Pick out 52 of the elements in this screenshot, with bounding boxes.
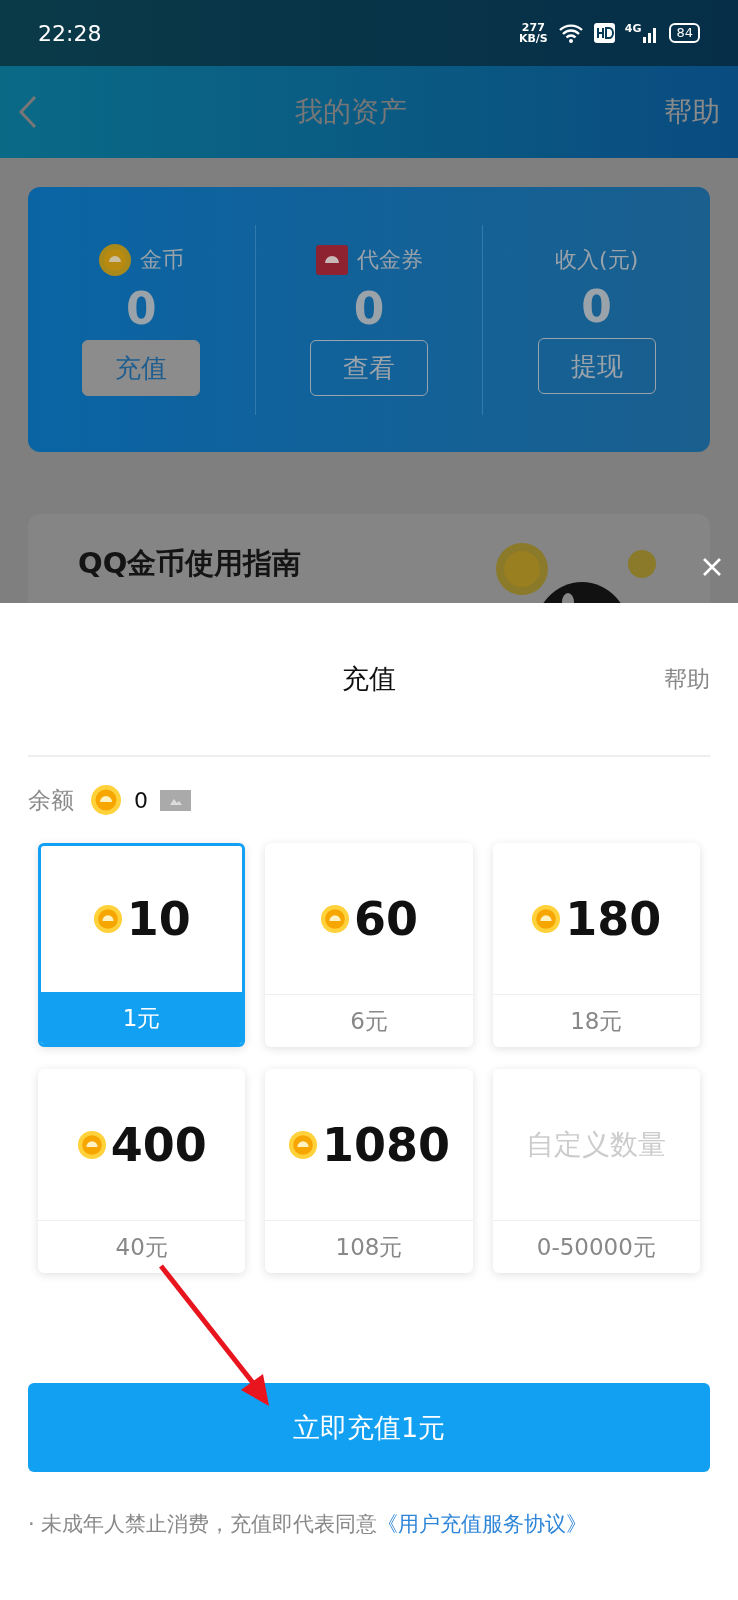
- hd-icon: [593, 23, 615, 43]
- guide-title: QQ金币使用指南: [78, 546, 302, 580]
- agreement-link[interactable]: 《用户充值服务协议》: [377, 1510, 588, 1538]
- price-label: 6元: [265, 994, 473, 1047]
- asset-button[interactable]: 充值: [82, 340, 201, 396]
- asset-value: 0: [581, 281, 612, 332]
- coin-amount: 180: [565, 891, 662, 946]
- coin-icon: [320, 903, 350, 934]
- guide-card[interactable]: QQ金币使用指南: [28, 514, 710, 603]
- balance-label: 余额: [28, 785, 74, 815]
- asset-button[interactable]: 查看: [310, 340, 428, 396]
- coin-icon: [90, 784, 122, 816]
- help-link[interactable]: 帮助: [664, 663, 710, 695]
- notice-text: · 未成年人禁止消费，充值即代表同意: [28, 1511, 378, 1538]
- coin-icon: [531, 903, 562, 934]
- recharge-option[interactable]: 10 1元: [38, 843, 246, 1047]
- coin-icon: [76, 1129, 107, 1160]
- asset-label: 代金券: [357, 246, 423, 274]
- recharge-button[interactable]: 立即充值1元: [28, 1383, 710, 1472]
- battery-indicator: 84: [669, 23, 700, 43]
- sheet-title: 充值: [342, 662, 396, 696]
- coin-icon: [287, 1129, 318, 1160]
- ticket-icon: [315, 243, 349, 277]
- recharge-option[interactable]: 400 40元: [38, 1069, 246, 1273]
- price-label: 40元: [38, 1220, 246, 1273]
- price-label: 108元: [265, 1220, 473, 1273]
- help-link[interactable]: 帮助: [664, 93, 720, 131]
- page-title: 我的资产: [295, 94, 407, 130]
- recharge-option[interactable]: 60 6元: [265, 843, 473, 1047]
- coin-icon: [92, 904, 123, 934]
- coin-amount: 60: [354, 891, 418, 946]
- price-label: 0-50000元: [492, 1220, 700, 1273]
- asset-value: 0: [126, 283, 157, 334]
- asset-label: 收入(元): [555, 246, 639, 274]
- recharge-option[interactable]: 1080 108元: [265, 1069, 473, 1273]
- asset-button[interactable]: 提现: [537, 338, 656, 394]
- close-icon[interactable]: [702, 557, 722, 577]
- coin-amount: 400: [110, 1117, 207, 1172]
- wifi-icon: [557, 23, 584, 43]
- price-label: 1元: [41, 992, 243, 1044]
- coin-amount: 10: [126, 892, 191, 946]
- network-type: 4G: [624, 22, 642, 35]
- recharge-option[interactable]: 180 18元: [492, 843, 700, 1047]
- price-label: 18元: [492, 994, 700, 1047]
- network-speed: 277 KB/S: [518, 22, 548, 44]
- coin-amount: 1080: [321, 1117, 450, 1172]
- asset-label: 金币: [140, 246, 185, 274]
- asset-value: 0: [353, 283, 385, 334]
- status-time: 22:28: [38, 20, 102, 46]
- image-icon: [160, 789, 191, 811]
- balance-value: 0: [134, 787, 148, 813]
- coin-icon: [98, 243, 133, 277]
